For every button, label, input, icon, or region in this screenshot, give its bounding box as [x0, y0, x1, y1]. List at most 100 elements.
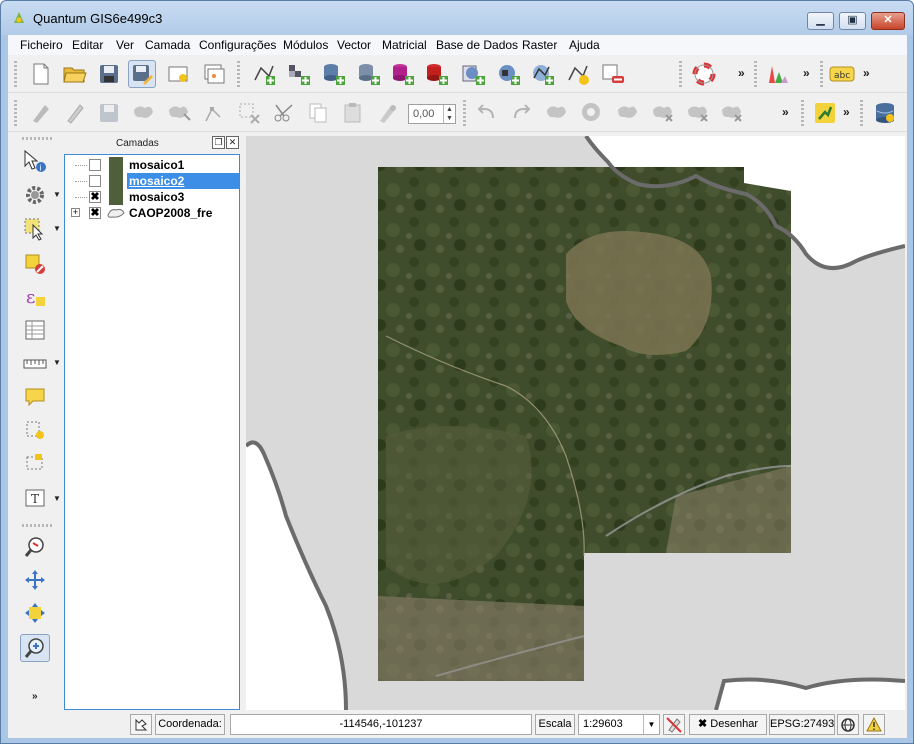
remove-layer-icon[interactable] [599, 60, 627, 88]
coordinate-toggle-icon[interactable] [130, 714, 152, 735]
toolbar-grip[interactable] [754, 61, 757, 87]
projection-globe-icon[interactable] [837, 714, 859, 735]
menu-raster[interactable]: Raster [522, 38, 557, 52]
stop-rendering-icon[interactable] [663, 714, 685, 735]
save-as-icon[interactable] [128, 60, 156, 88]
attribute-table-icon[interactable] [20, 316, 50, 344]
map-canvas[interactable] [246, 136, 905, 710]
toolbar-grip[interactable] [237, 61, 240, 87]
add-mssql-layer-icon[interactable] [389, 60, 417, 88]
toolbar-overflow-chevron[interactable]: » [782, 105, 789, 119]
menu-ver[interactable]: Ver [116, 38, 134, 52]
simplify-feature-icon[interactable] [543, 99, 571, 127]
identify-features-icon[interactable]: i [20, 147, 50, 175]
deselect-features-icon[interactable] [20, 250, 50, 278]
dropdown-arrow-icon[interactable]: ▼ [53, 224, 61, 233]
map-tips-icon[interactable] [20, 383, 50, 411]
rotation-spinbox[interactable]: 0,00 ▲ ▼ [408, 104, 456, 124]
render-checkbox[interactable]: ✖ Desenhar [689, 714, 767, 735]
menu-camada[interactable]: Camada [145, 38, 190, 52]
toolbar-grip[interactable] [22, 137, 52, 140]
layer-visibility-checkbox[interactable] [89, 175, 101, 187]
more-tools-chevron[interactable]: » [32, 691, 38, 702]
add-raster-layer-icon[interactable] [285, 60, 313, 88]
layer-row-mosaico3[interactable]: ✖ mosaico3 [65, 189, 239, 205]
add-ring-icon[interactable] [578, 99, 606, 127]
undo-icon[interactable] [473, 99, 501, 127]
select-features-icon[interactable] [20, 215, 50, 243]
open-project-icon[interactable] [61, 60, 89, 88]
add-feature-icon[interactable] [130, 99, 158, 127]
add-spatialite-layer-icon[interactable] [355, 60, 383, 88]
crs-button[interactable]: EPSG:27493 [769, 714, 835, 735]
reshape-features-icon[interactable] [718, 99, 746, 127]
menu-modulos[interactable]: Módulos [283, 38, 328, 52]
add-wms-layer-icon[interactable] [460, 60, 488, 88]
coordinate-field[interactable]: -114546,-101237 [230, 714, 532, 735]
add-part-icon[interactable] [614, 99, 642, 127]
menu-vector[interactable]: Vector [337, 38, 371, 52]
toolbar-grip[interactable] [22, 524, 52, 527]
maximize-button[interactable]: ▣ [839, 12, 866, 30]
zoom-in-icon[interactable] [20, 634, 50, 662]
close-panel-icon[interactable]: ✕ [226, 136, 239, 149]
new-shapefile-icon[interactable] [564, 60, 592, 88]
toggle-editing-icon[interactable] [27, 99, 55, 127]
text-annotation-icon[interactable]: T [20, 485, 50, 513]
measure-line-icon[interactable] [20, 349, 50, 377]
toolbar-overflow-chevron[interactable]: » [738, 66, 745, 80]
layer-visibility-checkbox[interactable] [89, 159, 101, 171]
menu-editar[interactable]: Editar [72, 38, 103, 52]
chevron-down-icon[interactable]: ▼ [643, 715, 659, 734]
composer-manager-icon[interactable] [200, 60, 228, 88]
dropdown-arrow-icon[interactable]: ▼ [53, 190, 61, 199]
move-feature-icon[interactable] [165, 99, 193, 127]
toolbar-grip[interactable] [14, 61, 17, 87]
toolbar-grip[interactable] [463, 100, 466, 126]
close-button[interactable]: ✕ [871, 12, 905, 30]
toolbar-grip[interactable] [801, 100, 804, 126]
toolbar-overflow-chevron[interactable]: » [803, 66, 810, 80]
new-bookmark-icon[interactable] [20, 416, 50, 444]
pencil-icon[interactable] [61, 99, 89, 127]
spin-arrows-icon[interactable]: ▲ ▼ [443, 105, 455, 123]
save-edits-icon[interactable] [95, 99, 123, 127]
layer-row-mosaico1[interactable]: mosaico1 [65, 157, 239, 173]
add-wcs-layer-icon[interactable] [495, 60, 523, 88]
show-bookmarks-icon[interactable] [20, 449, 50, 477]
messages-warning-icon[interactable] [863, 714, 885, 735]
menu-ajuda[interactable]: Ajuda [569, 38, 600, 52]
pan-to-selection-icon[interactable] [20, 599, 50, 627]
zoom-last-icon[interactable] [20, 533, 50, 561]
float-panel-icon[interactable]: ❐ [212, 136, 225, 149]
toolbar-grip[interactable] [679, 61, 682, 87]
layer-visibility-checkbox[interactable]: ✖ [89, 207, 101, 219]
dropdown-arrow-icon[interactable]: ▼ [53, 358, 61, 367]
save-project-icon[interactable] [95, 60, 123, 88]
add-postgis-layer-icon[interactable] [320, 60, 348, 88]
add-wfs-layer-icon[interactable] [529, 60, 557, 88]
layer-visibility-checkbox[interactable]: ✖ [89, 191, 101, 203]
delete-ring-icon[interactable] [649, 99, 677, 127]
delete-selected-icon[interactable] [235, 99, 263, 127]
paste-features-icon[interactable] [339, 99, 367, 127]
menu-base-de-dados[interactable]: Base de Dados [436, 38, 518, 52]
label-tool-icon[interactable]: abc [828, 60, 856, 88]
pan-map-icon[interactable] [20, 566, 50, 594]
toolbar-grip[interactable] [820, 61, 823, 87]
add-oracle-layer-icon[interactable] [423, 60, 451, 88]
db-manager-icon[interactable] [871, 99, 899, 127]
rotate-symbols-icon[interactable] [374, 99, 402, 127]
actions-gear-icon[interactable] [20, 181, 50, 209]
redo-icon[interactable] [507, 99, 535, 127]
toolbar-grip[interactable] [860, 100, 863, 126]
layer-row-mosaico2[interactable]: mosaico2 [65, 173, 239, 189]
cut-features-icon[interactable] [270, 99, 298, 127]
toolbar-overflow-chevron[interactable]: » [843, 105, 850, 119]
toolbar-grip[interactable] [14, 100, 17, 126]
expand-tree-icon[interactable]: + [71, 208, 80, 217]
raster-histogram-icon[interactable] [764, 60, 792, 88]
help-lifebuoy-icon[interactable] [690, 60, 718, 88]
scale-combobox[interactable]: 1:29603 ▼ [578, 714, 660, 735]
add-vector-layer-icon[interactable] [250, 60, 278, 88]
